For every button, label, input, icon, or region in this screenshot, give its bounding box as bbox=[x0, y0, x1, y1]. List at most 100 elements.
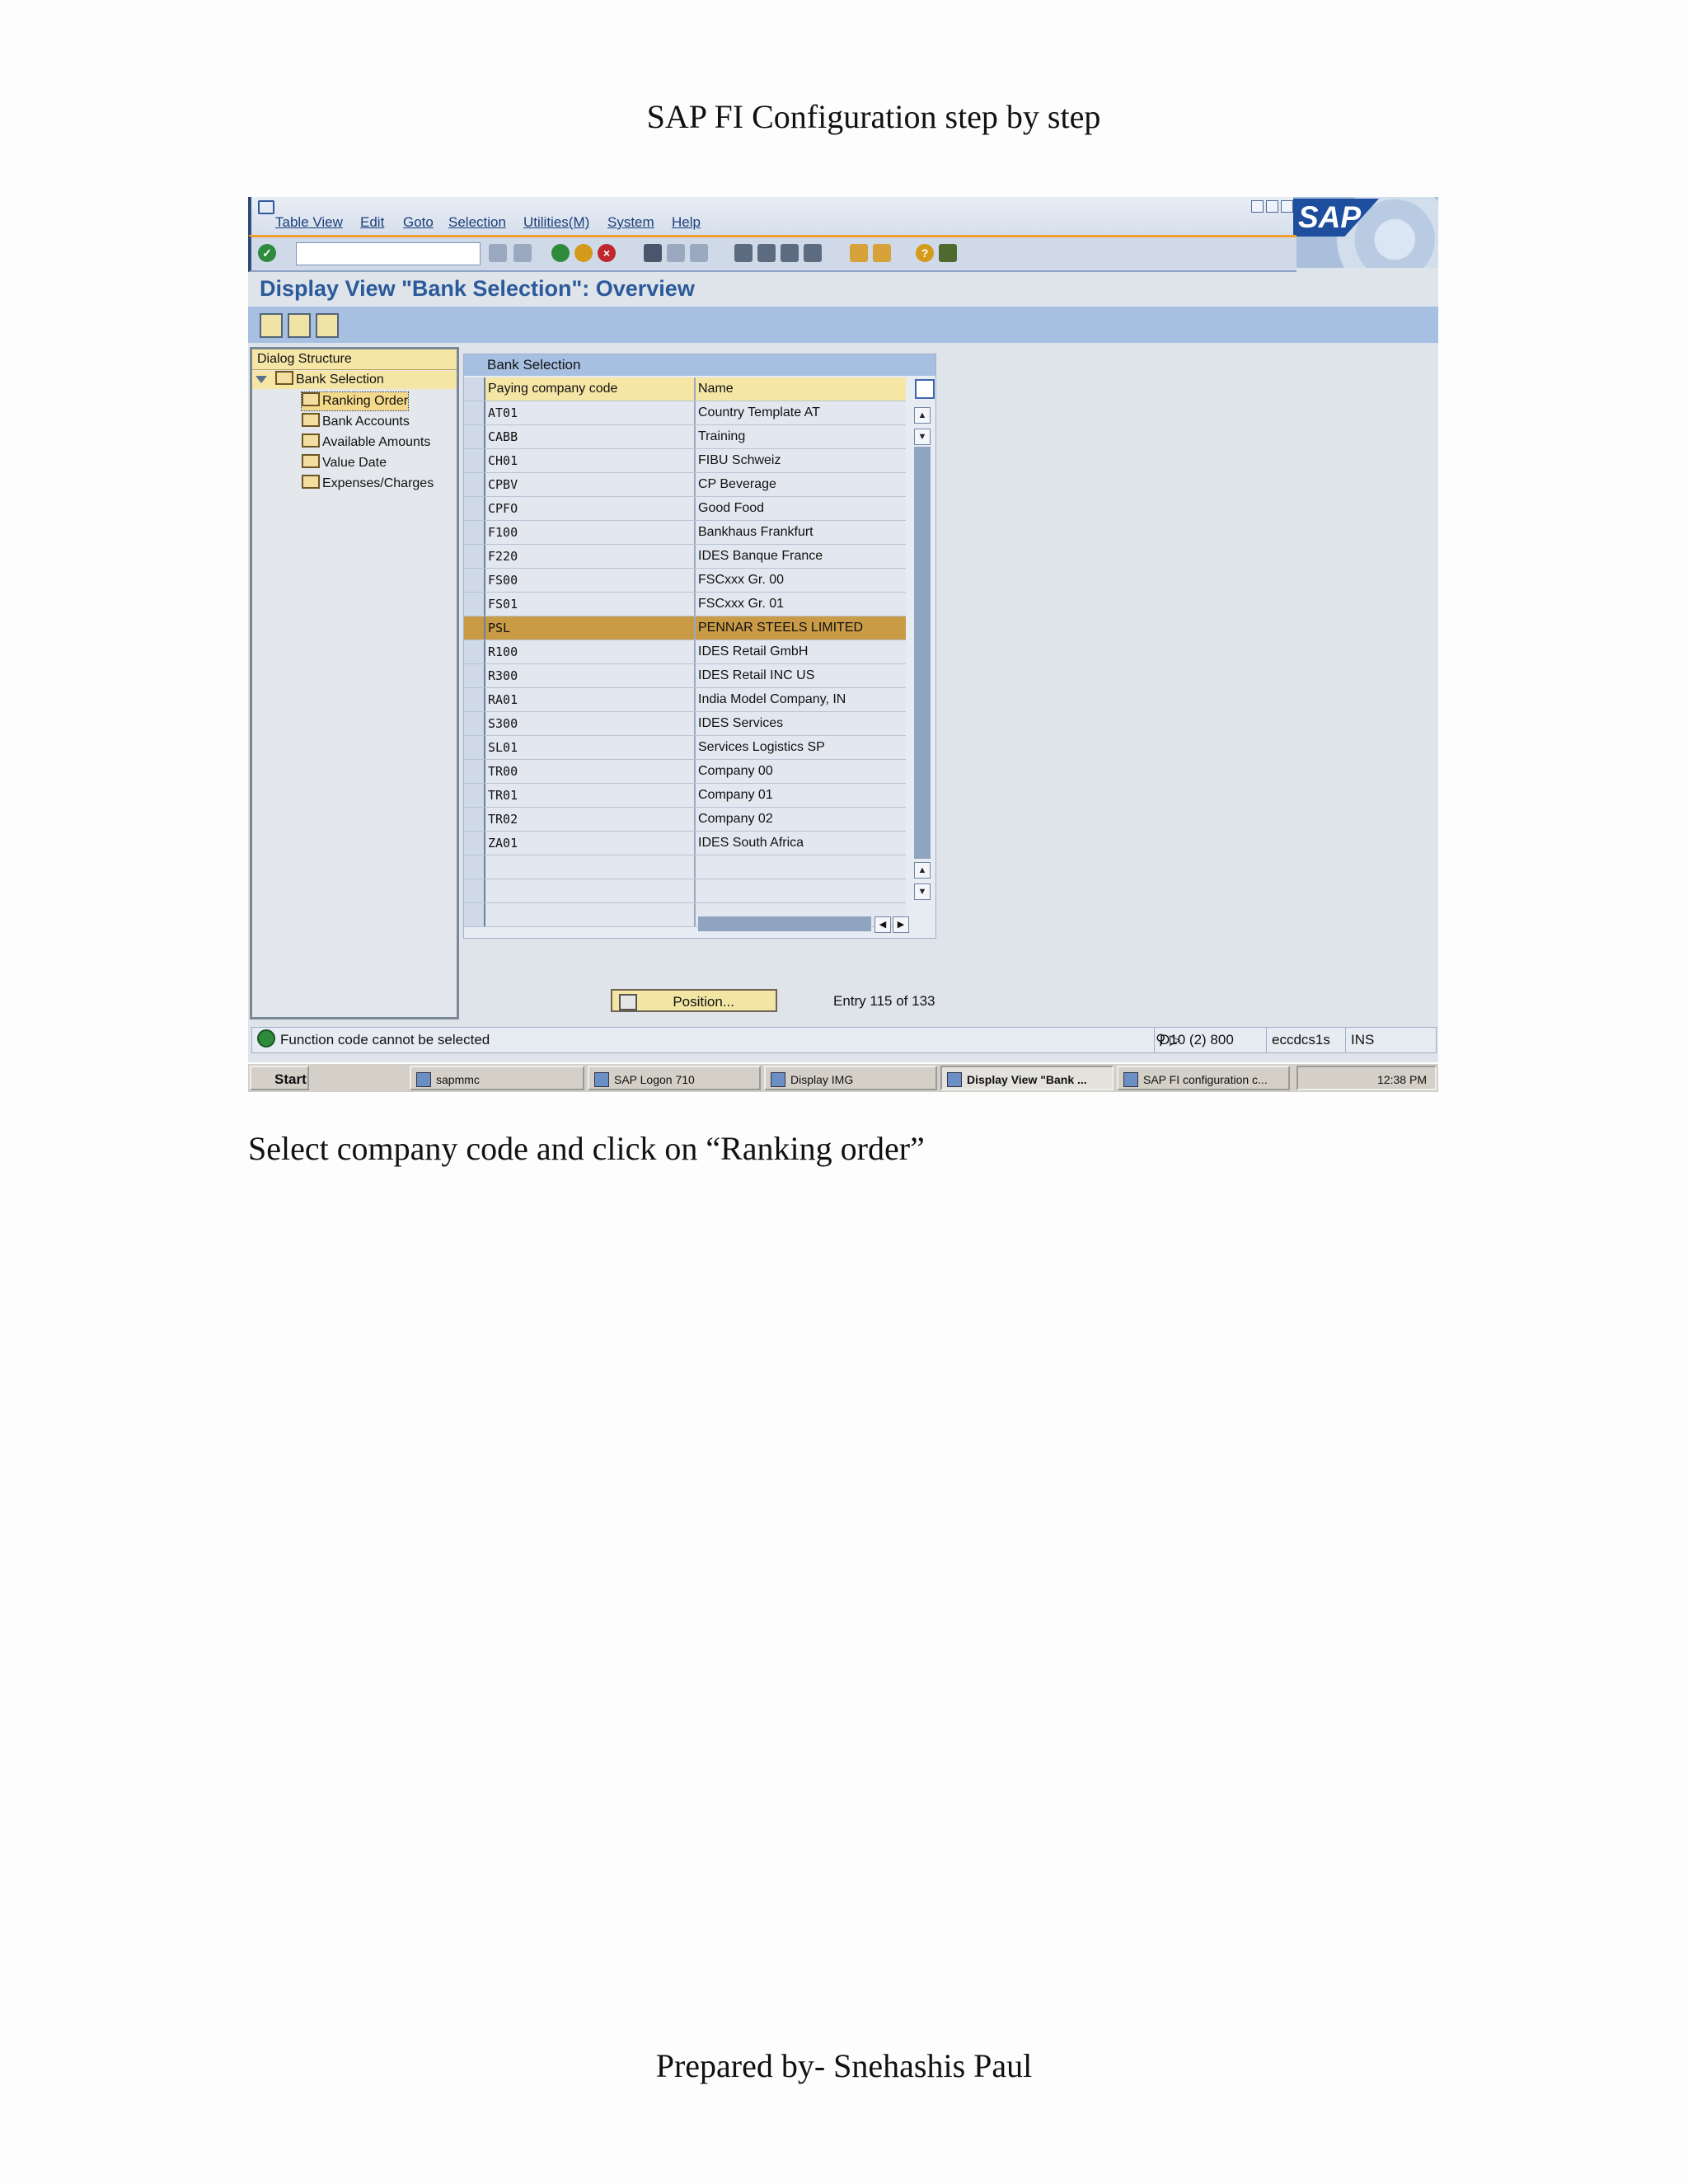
cell-name[interactable]: FSCxxx Gr. 00 bbox=[696, 569, 906, 592]
cell-name[interactable]: IDES Services bbox=[696, 712, 906, 735]
maximize-icon[interactable] bbox=[1266, 200, 1278, 213]
row-selector[interactable] bbox=[464, 808, 485, 831]
row-selector[interactable] bbox=[464, 784, 485, 807]
find-icon[interactable] bbox=[667, 244, 685, 262]
menu-utilities[interactable]: Utilities(M) bbox=[523, 214, 589, 231]
first-page-icon[interactable] bbox=[734, 244, 753, 262]
cell-company-code[interactable]: CABB bbox=[485, 425, 696, 448]
minimize-icon[interactable] bbox=[1251, 200, 1264, 213]
row-selector[interactable] bbox=[464, 688, 485, 711]
row-selector[interactable] bbox=[464, 545, 485, 568]
table-row[interactable]: TR00 Company 00 bbox=[464, 760, 906, 784]
exit-icon[interactable] bbox=[574, 244, 593, 262]
last-page-icon[interactable] bbox=[804, 244, 822, 262]
create-session-icon[interactable] bbox=[850, 244, 868, 262]
cell-name[interactable]: Company 02 bbox=[696, 808, 906, 831]
task-sap-logon[interactable]: SAP Logon 710 bbox=[588, 1066, 761, 1090]
table-row[interactable]: CPBV CP Beverage bbox=[464, 473, 906, 497]
cell-company-code[interactable]: R300 bbox=[485, 664, 696, 687]
cell-company-code[interactable]: R100 bbox=[485, 640, 696, 663]
column-header-company-code[interactable]: Paying company code bbox=[485, 377, 696, 401]
scroll-right-icon[interactable]: ▶ bbox=[893, 916, 909, 933]
cell-company-code[interactable]: S300 bbox=[485, 712, 696, 735]
row-selector[interactable] bbox=[464, 760, 485, 783]
display-change-icon[interactable] bbox=[260, 313, 283, 338]
cell-name[interactable]: Company 01 bbox=[696, 784, 906, 807]
cell-name[interactable]: Country Template AT bbox=[696, 401, 906, 424]
table-row[interactable]: TR01 Company 01 bbox=[464, 784, 906, 808]
save-icon[interactable] bbox=[513, 244, 532, 262]
cell-company-code[interactable]: TR01 bbox=[485, 784, 696, 807]
menu-goto[interactable]: Goto bbox=[403, 214, 434, 231]
tree-node-expenses-charges[interactable]: Expenses/Charges bbox=[302, 475, 434, 493]
table-row[interactable]: CABB Training bbox=[464, 425, 906, 449]
row-selector[interactable] bbox=[464, 903, 485, 926]
menu-edit[interactable]: Edit bbox=[360, 214, 384, 231]
cancel-icon[interactable]: × bbox=[598, 244, 616, 262]
menu-help[interactable]: Help bbox=[672, 214, 701, 231]
table-row[interactable]: PSL PENNAR STEELS LIMITED bbox=[464, 616, 906, 640]
cell-name[interactable]: IDES Retail INC US bbox=[696, 664, 906, 687]
back-arrow-icon[interactable] bbox=[489, 244, 507, 262]
row-selector[interactable] bbox=[464, 401, 485, 424]
cell-company-code[interactable]: TR00 bbox=[485, 760, 696, 783]
cell-company-code[interactable]: PSL bbox=[485, 616, 696, 640]
scroll-left-icon[interactable]: ◀ bbox=[874, 916, 891, 933]
cell-company-code[interactable] bbox=[485, 855, 696, 879]
menu-table-view[interactable]: Table View bbox=[275, 214, 343, 231]
enter-icon[interactable]: ✓ bbox=[258, 244, 276, 262]
expand-icon[interactable] bbox=[256, 376, 267, 383]
row-selector[interactable] bbox=[464, 879, 485, 902]
cell-name[interactable]: Bankhaus Frankfurt bbox=[696, 521, 906, 544]
print-icon[interactable] bbox=[644, 244, 662, 262]
cell-name[interactable]: IDES Retail GmbH bbox=[696, 640, 906, 663]
table-row[interactable]: CH01 FIBU Schweiz bbox=[464, 449, 906, 473]
cell-name[interactable]: Good Food bbox=[696, 497, 906, 520]
page-down-icon[interactable]: ▲ bbox=[914, 862, 931, 879]
tree-node-value-date[interactable]: Value Date bbox=[302, 454, 387, 472]
table-row[interactable]: CPFO Good Food bbox=[464, 497, 906, 521]
menu-system[interactable]: System bbox=[607, 214, 654, 231]
back-icon[interactable] bbox=[551, 244, 570, 262]
help-icon[interactable]: ? bbox=[916, 244, 934, 262]
cell-company-code[interactable]: F220 bbox=[485, 545, 696, 568]
table-row[interactable]: TR02 Company 02 bbox=[464, 808, 906, 832]
next-page-icon[interactable] bbox=[781, 244, 799, 262]
row-selector[interactable] bbox=[464, 736, 485, 759]
task-sapmmc[interactable]: sapmmc bbox=[410, 1066, 584, 1090]
table-row[interactable]: FS00 FSCxxx Gr. 00 bbox=[464, 569, 906, 593]
task-display-view[interactable]: Display View "Bank ... bbox=[940, 1066, 1114, 1090]
table-row[interactable]: F100 Bankhaus Frankfurt bbox=[464, 521, 906, 545]
vertical-scrollbar[interactable] bbox=[914, 447, 931, 859]
cell-company-code[interactable]: CPBV bbox=[485, 473, 696, 496]
row-selector[interactable] bbox=[464, 473, 485, 496]
cell-company-code[interactable]: ZA01 bbox=[485, 832, 696, 855]
command-field[interactable] bbox=[296, 242, 481, 265]
select-all-cell[interactable] bbox=[464, 377, 485, 401]
horizontal-scrollbar[interactable] bbox=[698, 916, 871, 931]
table-row[interactable]: ZA01 IDES South Africa bbox=[464, 832, 906, 855]
scroll-down-icon[interactable]: ▼ bbox=[914, 883, 931, 900]
scroll-up-icon[interactable]: ▲ bbox=[914, 407, 931, 424]
table-row[interactable] bbox=[464, 879, 906, 903]
cell-name[interactable]: FSCxxx Gr. 01 bbox=[696, 593, 906, 616]
cell-name[interactable]: India Model Company, IN bbox=[696, 688, 906, 711]
cell-company-code[interactable]: SL01 bbox=[485, 736, 696, 759]
row-selector[interactable] bbox=[464, 497, 485, 520]
table-row[interactable]: SL01 Services Logistics SP bbox=[464, 736, 906, 760]
select-all-icon[interactable] bbox=[288, 313, 311, 338]
cell-company-code[interactable]: CH01 bbox=[485, 449, 696, 472]
row-selector[interactable] bbox=[464, 664, 485, 687]
cell-company-code[interactable]: CPFO bbox=[485, 497, 696, 520]
table-row[interactable]: RA01 India Model Company, IN bbox=[464, 688, 906, 712]
row-selector[interactable] bbox=[464, 521, 485, 544]
shortcut-icon[interactable] bbox=[873, 244, 891, 262]
cell-company-code[interactable]: TR02 bbox=[485, 808, 696, 831]
tree-node-ranking-order[interactable]: Ranking Order bbox=[300, 391, 410, 411]
cell-name[interactable]: CP Beverage bbox=[696, 473, 906, 496]
position-button[interactable]: Position... bbox=[611, 989, 777, 1012]
layout-menu-icon[interactable] bbox=[939, 244, 957, 262]
table-row[interactable]: S300 IDES Services bbox=[464, 712, 906, 736]
deselect-all-icon[interactable] bbox=[316, 313, 339, 338]
tree-node-bank-accounts[interactable]: Bank Accounts bbox=[302, 413, 410, 431]
